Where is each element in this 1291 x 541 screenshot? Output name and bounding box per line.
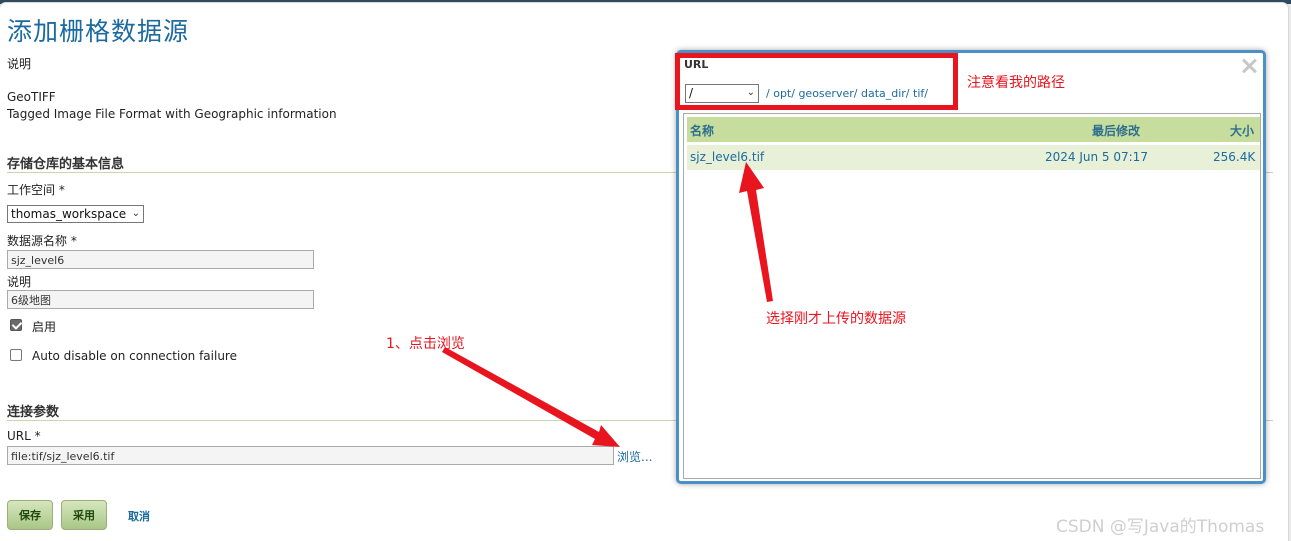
arrow-to-file (739, 162, 773, 302)
annotation-arrows (442, 162, 773, 447)
watermark: CSDN @写Java的Thomas (1056, 517, 1265, 537)
arrow-to-browse (442, 347, 620, 447)
page: 添加栅格数据源 说明 GeoTIFF Tagged Image File For… (0, 0, 1291, 541)
